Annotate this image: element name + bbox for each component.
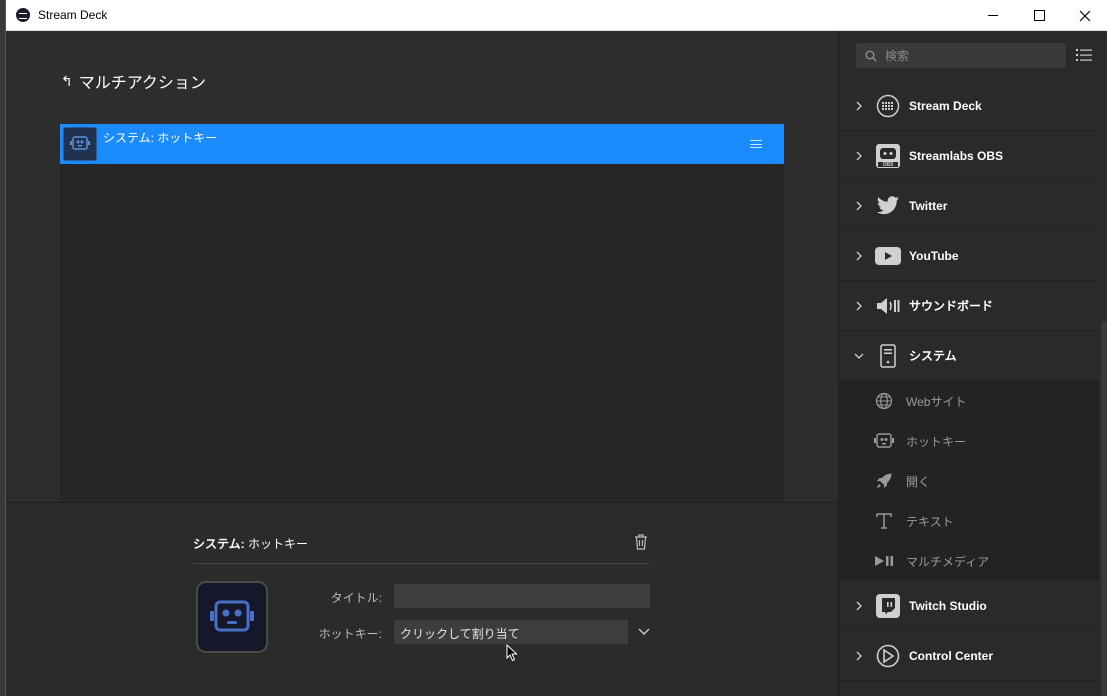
- trash-icon[interactable]: [633, 533, 649, 551]
- close-icon: [1079, 10, 1091, 21]
- chevron-right-icon: [856, 651, 862, 660]
- inspector-title: システム: ホットキー: [193, 535, 308, 552]
- system-actions-list: Webサイト ホットキー 開く テキスト マルチメディア: [839, 381, 1099, 581]
- close-button[interactable]: [1062, 0, 1107, 31]
- window-controls: [970, 0, 1107, 31]
- chevron-right-icon: [856, 301, 862, 310]
- robot-icon: [874, 431, 894, 451]
- category-label: システム: [909, 349, 957, 363]
- chevron-right-icon: [856, 101, 862, 110]
- chevron-down-icon[interactable]: [638, 625, 650, 637]
- inspector-title-category: システム:: [193, 537, 248, 551]
- sidebar-scrollbar[interactable]: [1101, 321, 1107, 696]
- drag-handle-icon[interactable]: [750, 140, 762, 148]
- page-title: マルチアクション: [78, 75, 206, 92]
- action-multimedia[interactable]: マルチメディア: [839, 541, 1099, 581]
- streamlabs-obs-icon: OBS: [875, 143, 901, 169]
- action-label: マルチメディア: [906, 554, 990, 569]
- svg-text:OBS: OBS: [883, 162, 895, 168]
- chevron-right-icon: [856, 601, 862, 610]
- control-center-icon: [875, 643, 901, 669]
- search-input[interactable]: [885, 48, 1055, 63]
- title-field-label: タイトル:: [330, 591, 382, 605]
- youtube-icon: [875, 243, 901, 269]
- category-list: Stream Deck OBS Streamlabs OBS Twitter Y…: [839, 81, 1099, 681]
- hotkey-input[interactable]: クリックして割り当て: [394, 620, 628, 644]
- category-label: サウンドボード: [909, 299, 994, 313]
- robot-icon: [210, 600, 254, 632]
- play-pause-icon: [874, 551, 894, 571]
- hotkey-field-label: ホットキー:: [318, 627, 382, 641]
- twitter-icon: [875, 193, 901, 219]
- title-bar: Stream Deck: [6, 0, 1107, 31]
- category-twitter[interactable]: Twitter: [839, 181, 1099, 231]
- inspector-title-action: ホットキー: [247, 537, 308, 551]
- category-label: Stream Deck: [909, 98, 982, 113]
- action-website[interactable]: Webサイト: [839, 381, 1099, 421]
- category-youtube[interactable]: YouTube: [839, 231, 1099, 281]
- back-to-parent-button[interactable]: ↰ マルチアクション: [61, 69, 206, 93]
- text-icon: [874, 511, 894, 531]
- category-streamlabs-obs[interactable]: OBS Streamlabs OBS: [839, 131, 1099, 181]
- stream-deck-icon: [875, 93, 901, 119]
- system-icon: [875, 343, 901, 369]
- back-arrow-icon: ↰: [61, 72, 73, 89]
- search-icon: [865, 50, 877, 61]
- action-label: Webサイト: [906, 394, 967, 409]
- robot-icon: [63, 127, 97, 161]
- action-sidebar: Stream Deck OBS Streamlabs OBS Twitter: [838, 31, 1107, 696]
- action-label: ホットキー: [906, 434, 967, 449]
- minimize-button[interactable]: [970, 0, 1016, 31]
- multi-action-item-label: システム: ホットキー: [103, 131, 218, 145]
- chevron-right-icon: [856, 201, 862, 210]
- chevron-down-icon: [854, 353, 864, 359]
- maximize-button[interactable]: [1016, 0, 1062, 31]
- category-soundboard[interactable]: サウンドボード: [839, 281, 1099, 331]
- window-title: Stream Deck: [38, 8, 108, 22]
- category-label: Control Center: [909, 648, 993, 663]
- key-preview[interactable]: [196, 581, 268, 653]
- multi-action-canvas: ↰ マルチアクション システム: ホットキー: [6, 31, 838, 502]
- action-label: 開く: [906, 474, 931, 489]
- search-box[interactable]: [856, 43, 1066, 68]
- category-control-center[interactable]: Control Center: [839, 631, 1099, 681]
- chevron-right-icon: [856, 251, 862, 260]
- category-label: Streamlabs OBS: [909, 148, 1004, 163]
- category-stream-deck[interactable]: Stream Deck: [839, 81, 1099, 131]
- category-system[interactable]: システム: [839, 331, 1099, 381]
- property-inspector: システム: ホットキー タイトル: ホットキー: クリックして割り当て: [6, 502, 838, 696]
- category-twitch-studio[interactable]: Twitch Studio: [839, 581, 1099, 631]
- chevron-right-icon: [856, 151, 862, 160]
- category-label: Twitter: [909, 198, 948, 213]
- action-hotkey[interactable]: ホットキー: [839, 421, 1099, 461]
- stream-deck-app-icon: [16, 8, 30, 22]
- title-input[interactable]: [394, 584, 650, 608]
- category-label: Twitch Studio: [909, 598, 987, 613]
- multi-action-list: システム: ホットキー: [60, 124, 784, 502]
- mouse-cursor-icon: [506, 644, 518, 662]
- list-view-icon[interactable]: [1076, 48, 1092, 62]
- globe-icon: [874, 391, 894, 411]
- action-open[interactable]: 開く: [839, 461, 1099, 501]
- multi-action-item[interactable]: システム: ホットキー: [60, 124, 784, 164]
- twitch-studio-icon: [875, 593, 901, 619]
- action-text[interactable]: テキスト: [839, 501, 1099, 541]
- app-window: Stream Deck ↰ マルチアクション システム: ホットキー システム:…: [5, 0, 1107, 696]
- action-label: テキスト: [906, 514, 954, 529]
- inspector-divider: [193, 563, 649, 564]
- soundboard-icon: [875, 293, 901, 319]
- category-label: YouTube: [909, 248, 959, 263]
- rocket-icon: [874, 471, 894, 491]
